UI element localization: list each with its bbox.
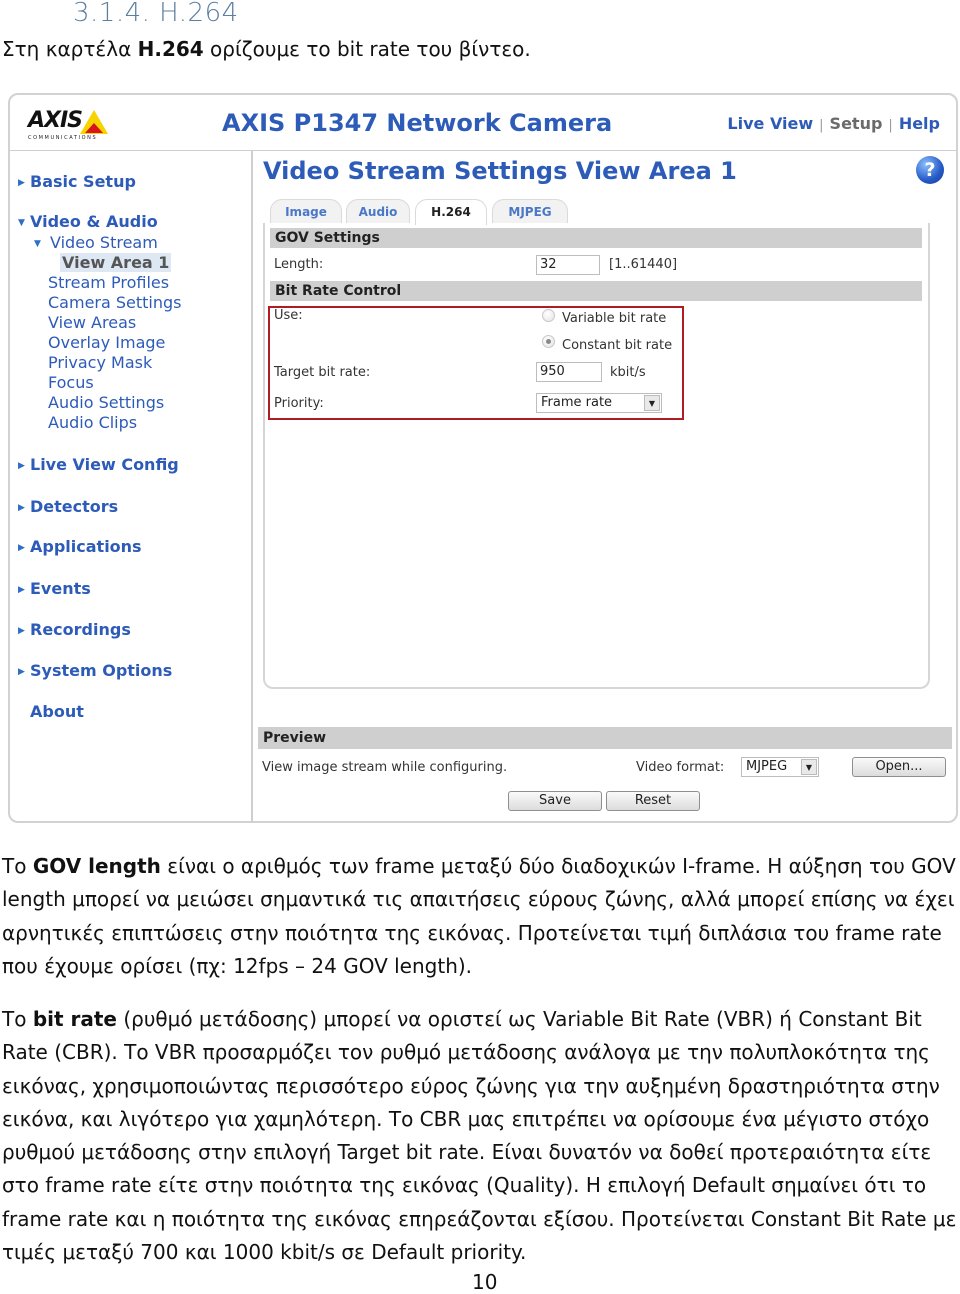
- chevron-right-icon: ▶: [18, 585, 25, 595]
- sidebar-item-video-stream[interactable]: ▼ Video Stream: [34, 233, 158, 252]
- sidebar-item-label: System Options: [30, 661, 173, 680]
- vbr-radio[interactable]: [542, 309, 555, 322]
- content-title: Video Stream Settings View Area 1: [263, 157, 737, 185]
- help-link[interactable]: Help: [899, 114, 940, 133]
- sidebar-item-view-areas[interactable]: View Areas: [48, 313, 136, 332]
- sidebar-item-focus[interactable]: Focus: [48, 373, 94, 392]
- paragraph-gov-length: Το GOV length είναι ο αριθμός των frame …: [2, 850, 960, 983]
- tab-h264[interactable]: H.264: [415, 199, 487, 225]
- sidebar-item-label: Basic Setup: [30, 172, 136, 191]
- sidebar-item-label: Events: [30, 579, 91, 598]
- section-heading: 3.1.4. H.264: [73, 0, 239, 28]
- sidebar-item-label: Recordings: [30, 620, 131, 639]
- preview-description: View image stream while configuring.: [262, 760, 508, 775]
- help-icon[interactable]: ?: [916, 156, 944, 184]
- gov-length-label: Length:: [274, 257, 324, 272]
- target-bit-rate-input[interactable]: 950: [536, 362, 602, 382]
- tab-image[interactable]: Image: [270, 199, 342, 223]
- chevron-right-icon: ▶: [18, 503, 25, 513]
- sidebar-item-events[interactable]: ▶ Events: [18, 579, 91, 598]
- sidebar-item-overlay-image[interactable]: Overlay Image: [48, 333, 165, 352]
- cbr-label: Constant bit rate: [562, 338, 673, 353]
- gov-length-range: [1..61440]: [609, 257, 678, 272]
- para1-before: Το: [2, 854, 33, 878]
- video-format-label: Video format:: [636, 760, 725, 775]
- preview-header: Preview: [258, 727, 952, 749]
- priority-select[interactable]: Frame rate ▼: [536, 393, 662, 413]
- chevron-down-icon: ▼: [644, 395, 660, 411]
- intro-after: ορίζουμε το bit rate του βίντεο.: [203, 37, 531, 61]
- cbr-radio[interactable]: [542, 335, 555, 348]
- use-label: Use:: [274, 308, 303, 323]
- vbr-label: Variable bit rate: [562, 311, 667, 326]
- sidebar-item-recordings[interactable]: ▶ Recordings: [18, 620, 131, 639]
- gov-settings-header: GOV Settings: [270, 228, 922, 248]
- sidebar-item-basic-setup[interactable]: ▶ Basic Setup: [18, 172, 136, 191]
- intro-bold: H.264: [137, 37, 204, 61]
- sidebar-item-detectors[interactable]: ▶ Detectors: [18, 497, 118, 516]
- chevron-right-icon: ▶: [18, 178, 25, 188]
- tab-audio[interactable]: Audio: [346, 199, 410, 223]
- gov-length-input[interactable]: 32: [536, 255, 600, 275]
- sidebar-item-audio-settings[interactable]: Audio Settings: [48, 393, 164, 412]
- sidebar-item-about[interactable]: About: [30, 702, 84, 721]
- logo-subtitle: COMMUNICATIONS: [28, 135, 98, 141]
- top-bar: AXIS COMMUNICATIONS AXIS P1347 Network C…: [10, 95, 956, 151]
- page-number: 10: [472, 1270, 498, 1294]
- sidebar-item-camera-settings[interactable]: Camera Settings: [48, 293, 182, 312]
- priority-label: Priority:: [274, 396, 324, 411]
- sidebar-item-privacy-mask[interactable]: Privacy Mask: [48, 353, 152, 372]
- para2-after: (ρυθμό μετάδοσης) μπορεί να οριστεί ως V…: [2, 1007, 957, 1265]
- sidebar-item-video-audio[interactable]: ▼ Video & Audio: [18, 212, 158, 231]
- save-button[interactable]: Save: [508, 791, 602, 811]
- para1-bold: GOV length: [32, 854, 161, 878]
- paragraph-bit-rate: Το bit rate (ρυθμό μετάδοσης) μπορεί να …: [2, 1003, 960, 1269]
- sidebar-item-label: Video & Audio: [30, 212, 158, 231]
- chevron-right-icon: ▶: [18, 626, 25, 636]
- open-button[interactable]: Open...: [852, 757, 946, 777]
- video-format-value: MJPEG: [746, 759, 788, 774]
- sidebar-item-system-options[interactable]: ▶ System Options: [18, 661, 172, 680]
- sidebar-item-label: Video Stream: [50, 233, 158, 252]
- setup-link[interactable]: Setup: [830, 114, 883, 133]
- target-bit-rate-label: Target bit rate:: [274, 365, 371, 380]
- sidebar-item-label: Live View Config: [30, 455, 179, 474]
- logo-triangle-red-icon: [85, 123, 103, 133]
- chevron-down-icon: ▼: [34, 239, 41, 249]
- chevron-down-icon: ▼: [801, 759, 817, 775]
- reset-button[interactable]: Reset: [606, 791, 700, 811]
- chevron-right-icon: ▶: [18, 667, 25, 677]
- sidebar-item-applications[interactable]: ▶ Applications: [18, 537, 142, 556]
- intro-before: Στη καρτέλα: [2, 37, 138, 61]
- sidebar-item-label: Applications: [30, 537, 142, 556]
- top-links: Live View | Setup | Help: [727, 114, 940, 133]
- live-view-link[interactable]: Live View: [727, 114, 813, 133]
- sidebar: ▶ Basic Setup ▼ Video & Audio ▼ Video Strea…: [10, 151, 253, 823]
- chevron-right-icon: ▶: [18, 461, 25, 471]
- sidebar-item-live-view-config[interactable]: ▶ Live View Config: [18, 455, 179, 474]
- chevron-right-icon: ▶: [18, 543, 25, 553]
- sidebar-item-stream-profiles[interactable]: Stream Profiles: [48, 273, 169, 292]
- camera-ui-screenshot: AXIS COMMUNICATIONS AXIS P1347 Network C…: [8, 93, 958, 823]
- sidebar-item-label: Detectors: [30, 497, 119, 516]
- tab-mjpeg[interactable]: MJPEG: [492, 199, 568, 223]
- separator: |: [819, 118, 824, 133]
- target-bit-rate-unit: kbit/s: [610, 365, 646, 380]
- camera-title: AXIS P1347 Network Camera: [222, 109, 613, 137]
- para2-bold: bit rate: [32, 1007, 117, 1031]
- para2-before: Το: [2, 1007, 33, 1031]
- sidebar-item-view-area-1[interactable]: View Area 1: [60, 253, 172, 272]
- sidebar-item-audio-clips[interactable]: Audio Clips: [48, 413, 137, 432]
- chevron-down-icon: ▼: [18, 218, 25, 228]
- logo-word: AXIS: [28, 108, 83, 133]
- priority-value: Frame rate: [541, 395, 613, 410]
- bit-rate-control-header: Bit Rate Control: [270, 281, 922, 301]
- axis-logo: AXIS COMMUNICATIONS: [28, 108, 114, 144]
- video-format-select[interactable]: MJPEG ▼: [741, 757, 819, 777]
- intro-text: Στη καρτέλα H.264 ορίζουμε το bit rate τ…: [2, 37, 531, 61]
- separator: |: [888, 118, 893, 133]
